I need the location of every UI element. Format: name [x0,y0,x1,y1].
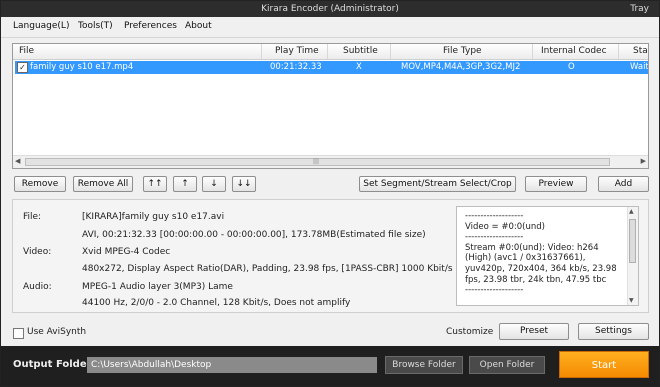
video-details: 480x272, Display Aspect Ratio(DAR), Padd… [82,264,453,274]
video-codec: Xvid MPEG-4 Codec [82,247,171,257]
menu-language[interactable]: Language(L) [13,21,69,31]
output-folder-label: Output Folder [13,359,92,370]
audio-details: 44100 Hz, 2/0/0 - 2.0 Channel, 128 Kbit/… [82,298,351,308]
menu-tools[interactable]: Tools(T) [78,21,113,31]
menu-about[interactable]: About [185,21,212,31]
app-window: Kirara Encoder (Administrator) Tray Lang… [0,0,660,387]
table-row[interactable]: ✓ family guy s10 e17.mp4 00:21:32.33 X M… [15,61,648,74]
row-play-time: 00:21:32.33 [270,62,322,72]
video-label: Video: [23,247,52,257]
row-file: family guy s10 e17.mp4 [30,62,134,72]
stream-info-text: ------------------- Video = #0:0(und) --… [465,211,617,296]
scroll-thumb-vertical[interactable] [629,219,636,263]
scroll-up-icon[interactable]: ▲ [629,208,634,215]
col-file-type[interactable]: File Type [443,46,482,56]
col-status[interactable]: Stat [633,46,648,56]
audio-label: Audio: [23,282,52,292]
file-label: File: [23,212,42,222]
col-play-time[interactable]: Play Time [275,46,319,56]
horizontal-scrollbar[interactable]: ◀ ||| ▶ [13,155,648,168]
vertical-scrollbar[interactable]: ▲ ▼ [627,207,638,305]
col-file[interactable]: File [19,46,34,56]
preset-button[interactable]: Preset [499,323,569,340]
col-internal-codec[interactable]: Internal Codec [541,46,607,56]
title-bar: Kirara Encoder (Administrator) Tray [1,1,659,17]
row-status: Wait [630,62,649,72]
output-path-field[interactable]: C:\Users\Abdullah\Desktop [87,357,377,373]
open-folder-button[interactable]: Open Folder [469,356,545,374]
info-panel: File: [KIRARA]family guy s10 e17.avi AVI… [12,199,649,313]
move-down-button[interactable]: ↓ [202,176,226,192]
row-file-type: MOV,MP4,M4A,3GP,3G2,MJ2 [401,62,521,72]
menu-preferences[interactable]: Preferences [124,21,177,31]
move-up-button[interactable]: ↑ [173,176,197,192]
tray-button[interactable]: Tray [630,1,649,17]
row-internal-codec: O [568,62,575,72]
scroll-left-icon[interactable]: ◀ [15,157,20,165]
file-name: [KIRARA]family guy s10 e17.avi [82,212,225,222]
settings-button[interactable]: Settings [578,323,649,340]
row-checkbox[interactable]: ✓ [17,62,28,73]
use-avisynth-checkbox[interactable] [13,328,24,339]
scroll-down-icon[interactable]: ▼ [629,297,634,304]
window-title: Kirara Encoder (Administrator) [261,4,399,14]
start-button[interactable]: Start [559,351,649,378]
scroll-right-icon[interactable]: ▶ [641,157,646,165]
grip-icon: ||| [313,158,320,165]
segment-stream-crop-button[interactable]: Set Segment/Stream Select/Crop [359,176,516,192]
stream-info-box[interactable]: ------------------- Video = #0:0(und) --… [456,206,639,306]
remove-all-button[interactable]: Remove All [73,176,133,192]
audio-codec: MPEG-1 Audio layer 3(MP3) Lame [82,282,233,292]
move-bottom-button[interactable]: ↓↓ [232,176,256,192]
file-details: AVI, 00:21:32.33 [00:00:00.00 - 00:00:00… [82,230,426,240]
customize-label: Customize [446,327,494,337]
preview-button[interactable]: Preview [525,176,587,192]
list-header: File Play Time Subtitle File Type Intern… [13,44,648,60]
browse-folder-button[interactable]: Browse Folder [385,356,463,374]
add-button[interactable]: Add [598,176,649,192]
menu-bar: Language(L) Tools(T) Preferences About [1,17,659,38]
output-bar: Output Folder C:\Users\Abdullah\Desktop … [1,346,659,386]
file-list[interactable]: File Play Time Subtitle File Type Intern… [12,43,649,169]
col-subtitle[interactable]: Subtitle [343,46,378,56]
row-subtitle: X [356,62,362,72]
move-top-button[interactable]: ↑↑ [143,176,167,192]
remove-button[interactable]: Remove [14,176,66,192]
use-avisynth-label: Use AviSynth [27,327,87,337]
